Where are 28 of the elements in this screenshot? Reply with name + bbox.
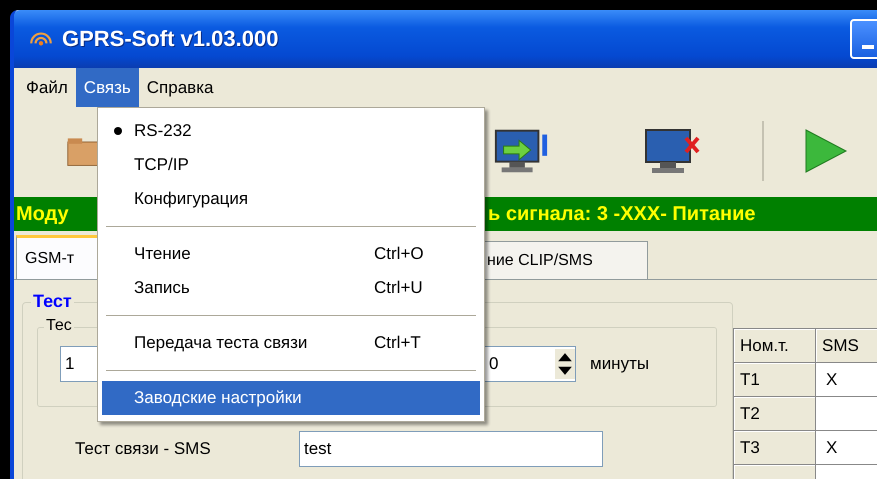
menu-item[interactable]: Чтение Ctrl+O [102, 237, 480, 271]
monitor-cross-icon[interactable] [642, 126, 702, 176]
menu-item[interactable]: Заводские настройки [102, 381, 480, 415]
menu-item[interactable]: Конфигурация [102, 182, 480, 216]
tab[interactable]: GSM-т [16, 235, 100, 279]
column-header: SMS [816, 329, 877, 363]
row-header: T3 [734, 431, 816, 465]
table-cell [816, 397, 877, 431]
menu-item[interactable]: Справка [138, 68, 222, 107]
status-text: Моду [15, 202, 70, 226]
column-header: Ном.т. [734, 329, 816, 363]
spin-arrows-icon[interactable] [555, 349, 575, 379]
menu-item[interactable]: TCP/IP [102, 148, 480, 182]
row-header: T1 [734, 363, 816, 397]
status-text: ь сигнала: 3 -XXX- Питание [488, 202, 756, 226]
table-cell: X [816, 363, 877, 397]
unit-label: минуты [590, 354, 650, 374]
input-field[interactable]: test [299, 431, 603, 467]
menu-item[interactable]: Запись Ctrl+U [102, 271, 480, 305]
menu-item[interactable]: Связь [76, 68, 139, 107]
window-title: GPRS-Soft v1.03.000 [62, 26, 278, 52]
menu-item[interactable]: Файл [18, 68, 76, 107]
menu-item[interactable]: Передача теста связи Ctrl+T [102, 326, 480, 360]
table-cell: X [816, 431, 877, 465]
row-header: T2 [734, 397, 816, 431]
field-label: Тест связи - SMS [74, 439, 212, 459]
spinner-field[interactable]: 0 [484, 346, 576, 382]
menu-item[interactable]: RS-232 [102, 114, 480, 148]
